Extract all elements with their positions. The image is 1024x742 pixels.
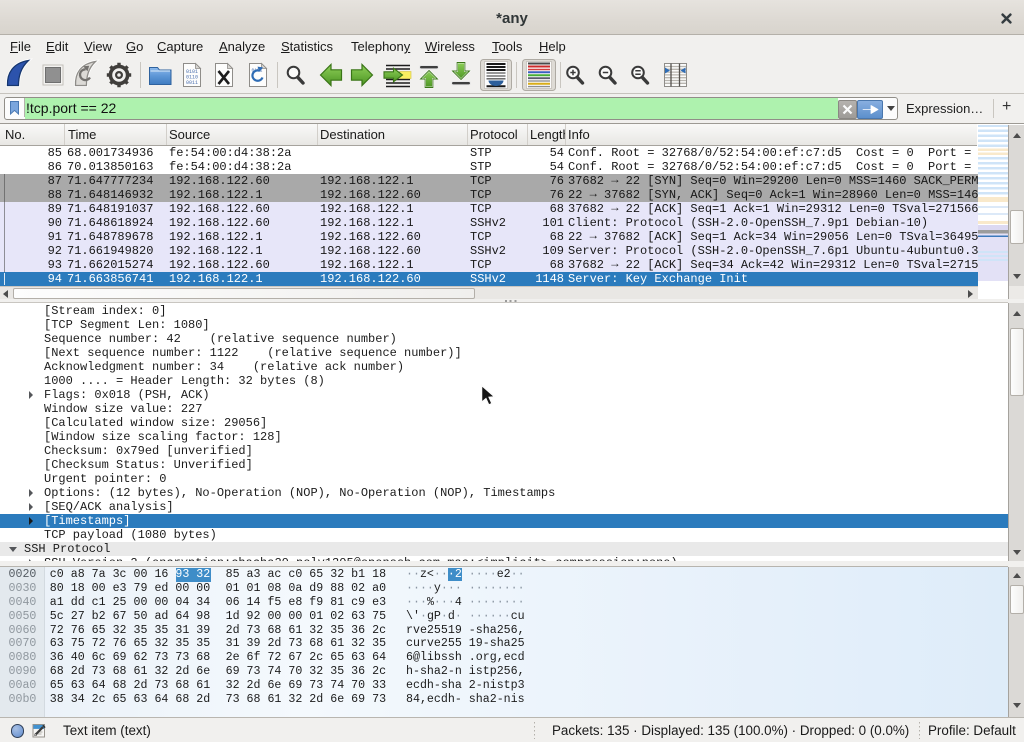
svg-text:0011: 0011 <box>186 80 198 86</box>
